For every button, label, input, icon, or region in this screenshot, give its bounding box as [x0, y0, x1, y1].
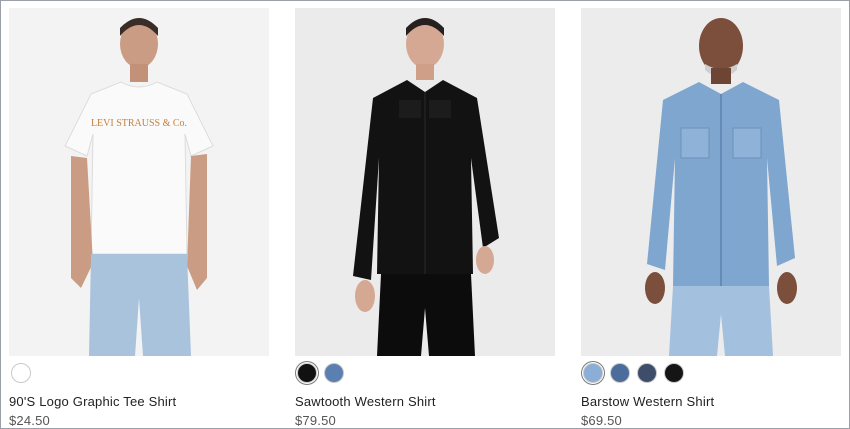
product-name[interactable]: 90'S Logo Graphic Tee Shirt — [9, 394, 269, 409]
product-price: $79.50 — [295, 413, 336, 428]
product-name[interactable]: Sawtooth Western Shirt — [295, 394, 555, 409]
product-card[interactable]: Barstow Western Shirt $69.50 — [581, 8, 841, 428]
model-white-tee-image: LEVI STRAUSS & Co. — [64, 18, 214, 356]
product-image[interactable] — [295, 8, 555, 356]
product-image[interactable] — [581, 8, 841, 356]
color-swatches — [581, 361, 841, 385]
color-swatches — [9, 361, 269, 385]
product-price: $69.50 — [581, 413, 622, 428]
color-swatch-light-denim[interactable] — [583, 363, 603, 383]
product-grid: LEVI STRAUSS & Co. 90'S Logo Graphic Tee… — [9, 8, 841, 428]
color-swatch-black[interactable] — [297, 363, 317, 383]
color-swatch-mid-denim[interactable] — [610, 363, 630, 383]
product-price: $24.50 — [9, 413, 50, 428]
model-black-shirt-image — [353, 18, 499, 356]
color-swatches — [295, 361, 555, 385]
product-name[interactable]: Barstow Western Shirt — [581, 394, 841, 409]
color-swatch-dark-denim[interactable] — [637, 363, 657, 383]
product-image[interactable]: LEVI STRAUSS & Co. — [9, 8, 269, 356]
tee-logo-text: LEVI STRAUSS & Co. — [91, 118, 187, 129]
model-denim-shirt-image — [645, 18, 797, 356]
color-swatch-white[interactable] — [11, 363, 31, 383]
color-swatch-denim[interactable] — [324, 363, 344, 383]
color-swatch-black[interactable] — [664, 363, 684, 383]
product-card[interactable]: LEVI STRAUSS & Co. 90'S Logo Graphic Tee… — [9, 8, 269, 428]
product-card[interactable]: Sawtooth Western Shirt $79.50 — [295, 8, 555, 428]
